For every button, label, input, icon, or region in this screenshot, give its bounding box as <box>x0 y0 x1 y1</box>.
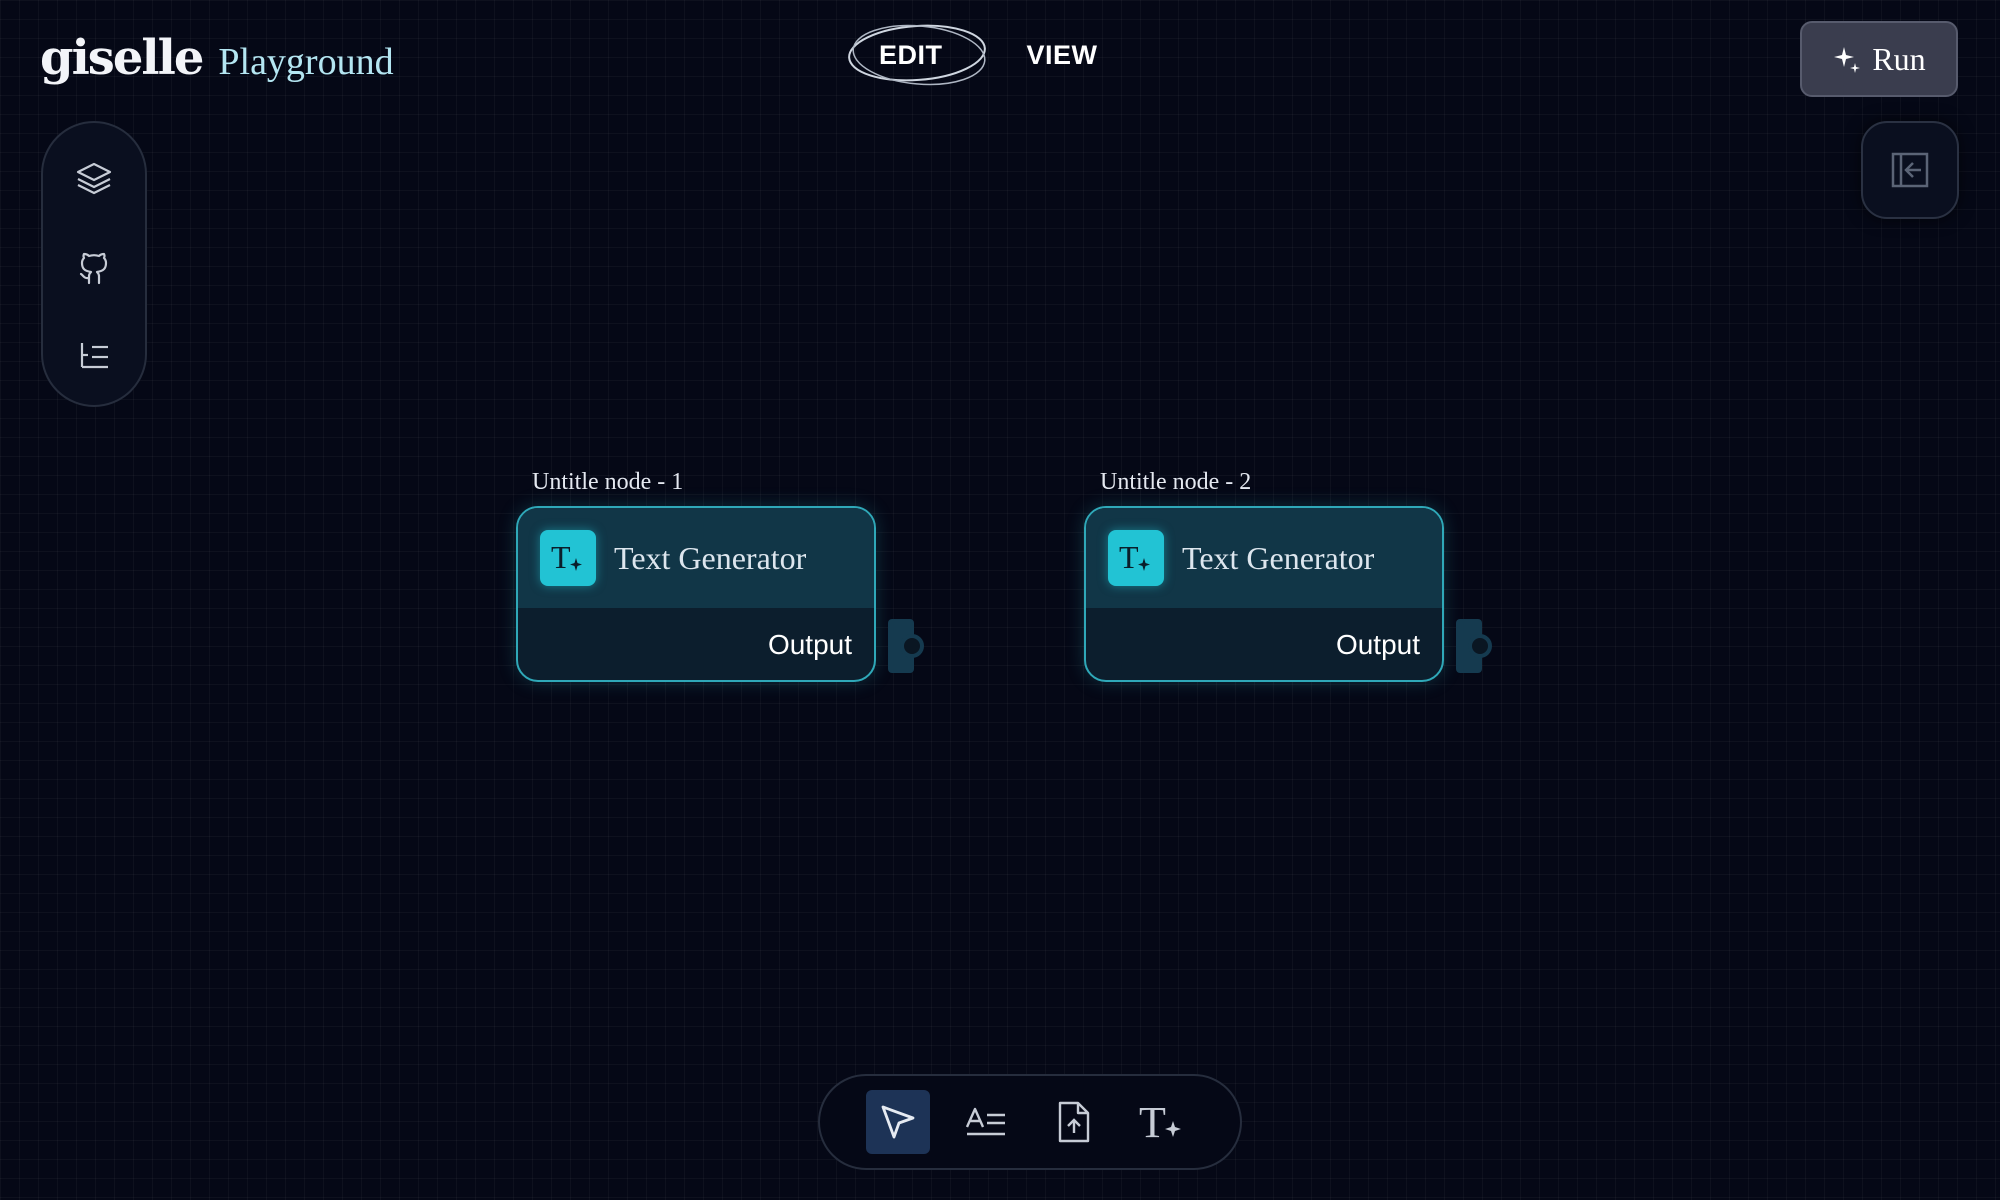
run-button[interactable]: Run <box>1800 21 1958 97</box>
file-upload-icon <box>1058 1101 1090 1143</box>
file-upload-tool-button[interactable] <box>1042 1090 1106 1154</box>
node-2-title: Untitle node - 2 <box>1100 469 1252 495</box>
layers-icon <box>76 162 112 195</box>
text-input-tool-button[interactable] <box>954 1090 1018 1154</box>
structure-button[interactable] <box>70 331 118 379</box>
text-generator-icon: T <box>1139 1099 1181 1145</box>
node-1-header: T Text Generator <box>518 508 874 608</box>
github-icon <box>79 252 108 285</box>
sparkle-icon <box>1834 47 1861 73</box>
text-generator-tool-button[interactable]: T <box>1130 1090 1194 1154</box>
run-button-label: Run <box>1872 40 1926 77</box>
logo-wordmark: giselle <box>40 30 204 86</box>
list-tree-icon <box>80 343 108 369</box>
svg-text:T: T <box>551 539 571 575</box>
app-logo: giselle Playground <box>40 30 394 86</box>
node-2-port-handle[interactable] <box>1468 634 1492 658</box>
node-1-output-port[interactable] <box>888 619 924 673</box>
svg-text:T: T <box>1139 1099 1166 1145</box>
text-generator-icon: T <box>540 530 596 586</box>
node-1-body: Output <box>518 608 874 680</box>
left-toolbar <box>41 121 147 407</box>
node-1-title: Untitle node - 1 <box>532 469 684 495</box>
text-generator-node-1[interactable]: T Text Generator Output <box>516 506 876 682</box>
github-button[interactable] <box>70 243 118 291</box>
text-generator-icon: T <box>1108 530 1164 586</box>
node-2-body: Output <box>1086 608 1442 680</box>
logo-subtitle: Playground <box>218 41 394 83</box>
pointer-icon <box>881 1105 915 1139</box>
mode-edit-tab[interactable]: EDIT <box>848 24 986 86</box>
layers-button[interactable] <box>70 155 118 203</box>
node-2-output-label: Output <box>1335 629 1420 660</box>
node-2-header: T Text Generator <box>1086 508 1442 608</box>
node-2-output-port[interactable] <box>1456 619 1492 673</box>
mode-switch: EDIT VIEW <box>848 24 1122 86</box>
collapse-left-icon <box>1891 152 1929 188</box>
text-input-icon <box>965 1107 1005 1136</box>
node-1-port-handle[interactable] <box>900 634 924 658</box>
workflow-canvas[interactable] <box>0 0 2000 1200</box>
text-generator-node-2[interactable]: T Text Generator Output <box>1084 506 1444 682</box>
mode-view-label: VIEW <box>1026 40 1098 70</box>
panel-toggle-button[interactable] <box>1861 121 1959 219</box>
bottom-toolbar: T <box>818 1074 1242 1170</box>
active-mode-ring-icon <box>848 24 986 86</box>
select-tool-button[interactable] <box>866 1090 930 1154</box>
node-2-label: Text Generator <box>1182 539 1375 576</box>
node-1-label: Text Generator <box>614 539 807 576</box>
node-1-output-label: Output <box>767 629 852 660</box>
mode-view-tab[interactable]: VIEW <box>1003 26 1122 85</box>
svg-text:T: T <box>1119 539 1139 575</box>
